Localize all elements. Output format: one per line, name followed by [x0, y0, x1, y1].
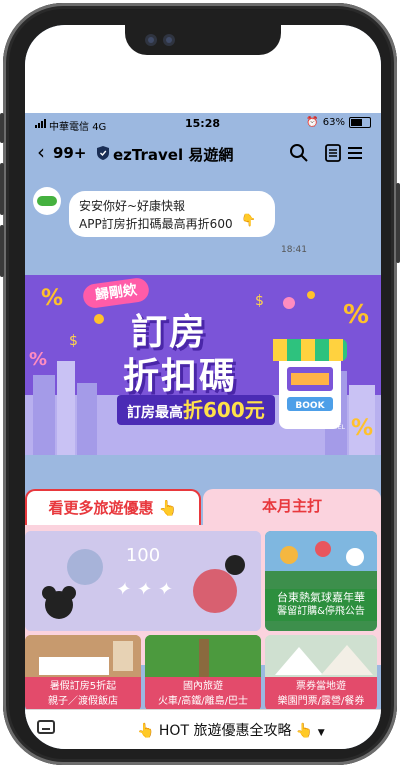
alarm-icon: ⏰ — [306, 117, 319, 128]
svg-text:$: $ — [255, 293, 264, 309]
tile-featured-disney[interactable]: 100 ✦ ✦ ✦ — [25, 531, 261, 631]
notch — [125, 25, 281, 55]
summer-hotel-caption: 暑假訂房5折起 親子／渡假飯店 — [25, 677, 141, 711]
chat-area: 安安你好~好康快報 APP訂房折扣碼最高再折600 👇 18:41 % % % — [25, 171, 381, 711]
camera-icon — [145, 34, 157, 46]
caret-down-icon: ▼ — [317, 728, 325, 738]
featured-illustration: 100 ✦ ✦ ✦ — [25, 531, 261, 631]
svg-text:%: % — [41, 286, 63, 311]
pointing-down-hand-icon: 👇 — [241, 213, 256, 227]
clock: 15:28 — [185, 117, 221, 130]
shop-illustration: BOOK HOTEL — [273, 339, 347, 431]
tile-summer-hotel[interactable]: 暑假訂房5折起 親子／渡假飯店 — [25, 635, 141, 711]
promo-banner[interactable]: % % % % $ $ 歸剛欸 訂房 折扣碼 訂房最高折600元 BOOK HO… — [25, 275, 381, 455]
phone-frame: 中華電信 4G 15:28 ⏰ 63% ‹ 99+ ezTravel 易遊網 安… — [0, 3, 400, 765]
svg-text:%: % — [343, 300, 369, 330]
pointing-hand-icon: 👆 — [158, 499, 178, 517]
eztravel-logo — [37, 196, 57, 206]
battery-icon — [349, 117, 371, 128]
domestic-travel-caption: 國內旅遊 火車/高鐵/離島/巴士 — [145, 677, 261, 711]
rich-menu-tabs: 看更多旅遊優惠 👆 本月主打 — [25, 489, 381, 525]
message-line-1: 安安你好~好康快報 — [79, 199, 186, 213]
message-line-2: APP訂房折扣碼最高再折600 — [79, 217, 233, 231]
screen: 中華電信 4G 15:28 ⏰ 63% ‹ 99+ ezTravel 易遊網 安… — [25, 25, 381, 749]
promo-subtitle: 訂房最高折600元 — [117, 395, 275, 425]
carrier-label: 中華電信 4G — [49, 122, 107, 133]
promo-title-line2: 折扣碼 — [123, 356, 238, 397]
tile-domestic-travel[interactable]: 國內旅遊 火車/高鐵/離島/巴士 — [145, 635, 261, 711]
hotel-room-illustration — [25, 635, 141, 679]
message-bubble[interactable]: 安安你好~好康快報 APP訂房折扣碼最高再折600 👇 — [69, 191, 275, 237]
tile-balloon-festival[interactable]: 台東熱氣球嘉年華 馨留訂購&停飛公告 — [265, 531, 377, 631]
tile-local-tickets[interactable]: 票券當地遊 樂園門票/露營/餐券 — [265, 635, 377, 711]
status-bar: 中華電信 4G 15:28 ⏰ 63% — [25, 113, 381, 135]
mute-switch — [0, 113, 4, 143]
rich-menu-grid: 100 ✦ ✦ ✦ 台東熱氣球嘉年華 馨留訂購&停飛公告 暑假訂房5折起 親子／… — [25, 525, 381, 711]
sensor-icon — [163, 34, 175, 46]
status-right: ⏰ 63% — [306, 117, 371, 128]
menu-icon[interactable] — [345, 143, 365, 163]
search-icon[interactable] — [289, 143, 309, 163]
camping-illustration — [265, 635, 377, 679]
rich-menu-label[interactable]: 👆 HOT 旅遊優惠全攻略 👆 ▼ — [137, 720, 325, 740]
signal-icon — [35, 119, 46, 128]
notes-icon[interactable] — [323, 143, 343, 163]
svg-text:$: $ — [69, 333, 78, 349]
rich-menu-toggle-bar[interactable]: 👆 HOT 旅遊優惠全攻略 👆 ▼ — [25, 709, 381, 749]
battery-percent: 63% — [322, 117, 345, 128]
power-button — [396, 183, 400, 263]
volume-up-button — [0, 163, 4, 215]
avatar[interactable] — [33, 187, 61, 215]
svg-text:100: 100 — [126, 545, 160, 566]
svg-text:BOOK: BOOK — [295, 401, 325, 411]
verified-shield-icon — [97, 146, 109, 160]
local-tickets-caption: 票券當地遊 樂園門票/露營/餐券 — [265, 677, 377, 711]
svg-text:%: % — [29, 349, 47, 370]
chat-title: ezTravel 易遊網 — [113, 146, 234, 164]
volume-down-button — [0, 225, 4, 277]
svg-text:HOTEL: HOTEL — [325, 424, 346, 431]
svg-text:%: % — [351, 416, 373, 441]
back-chevron-icon[interactable]: ‹ — [37, 142, 45, 162]
tab-more-deals[interactable]: 看更多旅遊優惠 👆 — [25, 489, 201, 525]
message-time: 18:41 — [281, 245, 307, 255]
keyboard-icon[interactable] — [37, 720, 55, 734]
forest-rail-illustration — [145, 635, 261, 679]
tab-monthly-featured[interactable]: 本月主打 — [203, 489, 381, 525]
chat-header: ‹ 99+ ezTravel 易遊網 — [25, 135, 381, 171]
balloon-caption: 台東熱氣球嘉年華 馨留訂購&停飛公告 — [265, 589, 377, 621]
unread-count[interactable]: 99+ — [53, 144, 86, 162]
svg-text:✦ ✦ ✦: ✦ ✦ ✦ — [115, 579, 173, 600]
